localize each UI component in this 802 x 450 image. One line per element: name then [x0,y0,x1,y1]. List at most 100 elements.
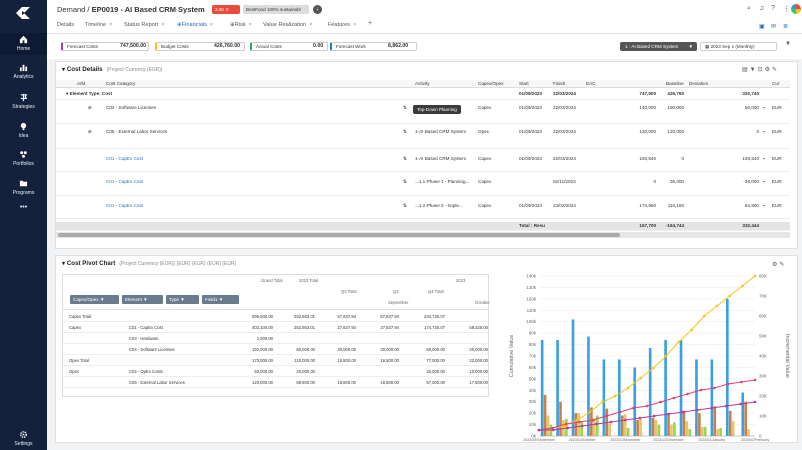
chart-bar [741,392,745,436]
close-icon[interactable]: × [161,22,164,28]
col-finish[interactable]: Finish [553,81,565,86]
cell-activity: 1-AI Based CRM System [415,129,467,134]
tab-financials[interactable]: ⊕Financials × [177,22,213,28]
hierarchy-icon[interactable]: ⇅ [403,203,407,209]
filter-field1[interactable]: Field1 ▼ [202,295,239,304]
scrollbar-thumb[interactable] [58,233,620,237]
filter-element[interactable]: Element ▼ [122,295,163,304]
hierarchy-icon[interactable]: ⇅ [403,129,407,135]
tab-details[interactable]: Details [57,22,74,28]
comment-icon[interactable]: ▪ [763,105,765,110]
tab-status-report[interactable]: Status Report × [124,22,164,28]
pivot-row-sublabel: C04 - Software Licenses [129,347,175,352]
expand-icon[interactable]: ⊕ [88,129,92,135]
table-header: A/M Cost Category Activity Capex/Opex St… [56,80,790,88]
pivot-row[interactable]: Opex C02 - OpEx Costs 50,000.00 20,000.00 20… [63,366,488,377]
group-row[interactable]: ▾ Element Type: Cost 01/09/2023 22/03/20… [56,89,790,100]
list-icon[interactable]: ≣ [783,23,788,30]
avatar[interactable] [791,4,801,14]
col-start[interactable]: Start [519,81,529,86]
project-select[interactable]: 1 - AI Based CRM System ▼ [620,42,697,51]
col-deviation[interactable]: Deviation [689,81,708,86]
nav-settings[interactable]: Settings [0,430,47,447]
cell-deviation: 64,800 [744,203,759,208]
more-menu-button[interactable]: ••• [0,204,47,211]
project-select-value: 1 - AI Based CRM System [625,44,679,49]
hierarchy-icon[interactable]: ⇅ [403,179,407,185]
close-icon[interactable]: × [353,22,356,28]
col-eac[interactable]: EAC [586,81,595,86]
cost-details-subtitle: (Project Currency (EUR)) [106,67,163,73]
kpi-label: Budget Costs [161,44,189,49]
y2-tick-label: 20K [759,394,767,399]
status-badge[interactable]: 2.00 ✕ [212,5,240,14]
nav-programs[interactable]: Programs [0,179,47,196]
expand-icon[interactable]: ⊕ [88,105,92,111]
col-cost-category[interactable]: Cost Category [106,81,135,86]
nav-idea[interactable]: Idea [0,122,47,139]
chevron-down-icon[interactable]: ▼ [785,41,791,47]
tab-value-realization[interactable]: Value Realization × [263,22,312,28]
pivot-row[interactable]: C03 - Hardware 1,000.00 [63,333,488,344]
col-2023-total: 2023 Total [299,278,319,283]
cell-category[interactable]: C01 - CapEx Cost [106,179,143,184]
col-baseline[interactable]: Baseline [666,81,684,86]
date-select[interactable]: ▦ 2023 Sep 1 (Monthly) [700,42,777,51]
col-am[interactable]: A/M [77,81,85,86]
pivot-row[interactable]: C05 - External Labor Services 120,000.00 6… [63,377,488,388]
x-tick-label: 2023/12/December [653,438,684,442]
close-icon[interactable]: × [109,22,112,28]
total-label: Total : Resu [519,223,545,228]
kpi-label: Forecast Costs [67,44,98,49]
col-currency[interactable]: Cur [772,81,779,86]
toolbar-icons[interactable]: ▤▼⊡⚙✎ [742,66,779,73]
pivot-row[interactable]: Opex Total 170,000.00 110,000.00 16,800.00 1… [63,355,488,366]
breadcrumb-parent[interactable]: Demand / [57,5,90,14]
comment-icon[interactable]: ▪ [763,129,765,134]
tab-timeline[interactable]: Timeline × [85,22,112,28]
comment-icon[interactable]: ▪ [763,203,765,208]
cell-category[interactable]: C01 - CapEx Cost [106,203,143,208]
nav-analytics[interactable]: Analytics [0,63,47,80]
filter-label: Field1 [205,297,218,302]
pivot-row[interactable]: Capex Total 596,500.00 282,863.01 57,837.94… [63,311,488,322]
chat-icon[interactable]: ▣ [759,23,765,30]
close-icon[interactable]: × [309,22,312,28]
cell-category[interactable]: C01 - CapEx Cost [106,156,143,161]
strategy-badge[interactable]: BestFood 100% sustainabl [243,5,309,14]
hierarchy-icon[interactable]: ⇅ [403,156,407,162]
nav-strategies[interactable]: Strategies [0,93,47,110]
tab-features[interactable]: Features × [328,22,356,28]
pivot-row[interactable]: C04 - Software Licenses 192,000.00 80,000.… [63,344,488,355]
comment-icon[interactable]: ▪ [763,179,765,184]
add-tab-button[interactable]: + [368,20,372,27]
pivot-row[interactable]: Capex C01 - CapEx Cost 402,100.00 282,863.0… [63,322,488,333]
chart-bar [593,418,596,436]
close-icon[interactable]: × [210,22,213,28]
col-activity[interactable]: Activity [415,81,430,86]
table-row[interactable]: C01 - CapEx Cost ⇅ ...1.1-Phase 1 - Plan… [56,173,790,196]
info-icon[interactable]: i [313,5,322,14]
kpi-label: Forecast Work [336,44,366,49]
table-row[interactable]: ⊕ C05 - External Labor Services ⇅ 1-AI B… [56,125,790,149]
app-logo[interactable] [14,6,32,20]
nav-portfolios[interactable]: Portfolios [0,150,47,167]
table-row[interactable]: C01 - CapEx Cost ⇅ ...1.2-Phase 2 - Impl… [56,197,790,219]
bell-icon[interactable]: ♫ [759,5,764,12]
filter-type[interactable]: Type ▼ [166,295,199,304]
search-icon[interactable]: ⌕ [747,5,751,13]
tab-risk[interactable]: ⊕Risk × [230,22,252,28]
table-row[interactable]: C01 - CapEx Cost ⇅ 1-AI Based CRM System… [56,150,790,172]
nav-home[interactable]: Home [0,33,47,55]
help-icon[interactable]: ? [771,5,775,12]
hierarchy-icon[interactable]: ⇅ [403,105,407,111]
filter-capex-opex[interactable]: Capex/Opex ▼ [70,295,119,304]
cell-currency: EUR [772,203,782,208]
close-icon[interactable]: × [249,22,252,28]
comment-icon[interactable]: ▪ [763,156,765,161]
chart-point [677,340,681,344]
col-capex[interactable]: Capex/Opex [478,81,504,86]
horizontal-scrollbar[interactable] [56,232,790,238]
mail-icon[interactable]: ✉ [771,23,776,30]
grid-icon[interactable]: ⋮ [783,5,790,13]
